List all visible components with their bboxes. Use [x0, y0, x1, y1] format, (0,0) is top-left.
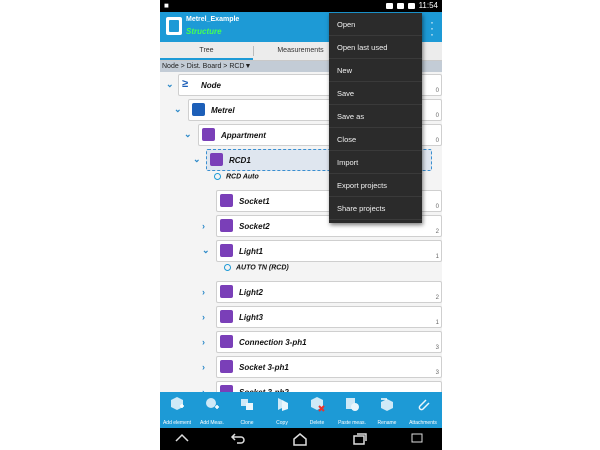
battery-icon: [407, 3, 415, 9]
app-logo-icon: [166, 17, 182, 35]
app-title: Metrel_Example: [186, 16, 240, 23]
back-icon[interactable]: [230, 432, 246, 444]
node-icon: ≥: [182, 78, 195, 91]
menu-item-new[interactable]: New: [329, 59, 422, 82]
attachments-button[interactable]: Attachments: [406, 392, 440, 428]
screenshot-icon[interactable]: [410, 432, 424, 444]
light-icon: [220, 285, 233, 298]
bottom-toolbar: Add element Add Meas. Clone Copy Delete …: [160, 392, 442, 428]
bluetooth-icon: [385, 3, 393, 9]
measurement-dot-icon: [214, 173, 221, 180]
home-icon[interactable]: [292, 432, 308, 446]
tree-node-socket-3ph2[interactable]: Socket 3-ph2: [216, 381, 442, 392]
overflow-menu: Open Open last used New Save Save as Clo…: [329, 13, 422, 223]
tree-node-light1[interactable]: Light1 1: [216, 240, 442, 262]
system-nav-bar: [160, 428, 442, 450]
menu-item-save[interactable]: Save: [329, 82, 422, 105]
chevron-down-icon[interactable]: ⌄: [174, 104, 182, 115]
socket3ph-icon: [220, 385, 233, 392]
menu-item-share-projects[interactable]: Share projects: [329, 197, 422, 220]
menu-item-open-last-used[interactable]: Open last used: [329, 36, 422, 59]
menu-item-close[interactable]: Close: [329, 128, 422, 151]
nav-collapse-icon[interactable]: [174, 432, 190, 444]
menu-item-export-projects[interactable]: Export projects: [329, 174, 422, 197]
menu-item-open[interactable]: Open: [329, 13, 422, 36]
clone-button[interactable]: Clone: [230, 392, 264, 428]
tree-node-light3[interactable]: Light3 1: [216, 306, 442, 328]
tab-tree[interactable]: Tree: [160, 42, 253, 60]
tree-node-socket-3ph1[interactable]: Socket 3-ph1 3: [216, 356, 442, 378]
status-bar: ■ 11:54: [160, 0, 442, 12]
paperclip-icon: [418, 399, 430, 411]
chevron-right-icon[interactable]: ›: [202, 287, 205, 297]
chevron-down-icon[interactable]: ⌄: [193, 154, 201, 165]
rename-icon: [381, 398, 393, 411]
chevron-down-icon[interactable]: ⌄: [166, 79, 174, 90]
paste-measurement-button[interactable]: Paste meas.: [335, 392, 369, 428]
clone-icon: [241, 399, 253, 410]
connection-icon: [220, 335, 233, 348]
delete-button[interactable]: Delete: [300, 392, 334, 428]
chevron-down-icon[interactable]: ⌄: [184, 129, 192, 140]
socket-icon: [220, 219, 233, 232]
rename-button[interactable]: Rename: [370, 392, 404, 428]
menu-item-import[interactable]: Import: [329, 151, 422, 174]
tree-node-connection-3ph1[interactable]: Connection 3-ph1 3: [216, 331, 442, 353]
android-icon: ■: [164, 1, 169, 10]
overflow-menu-icon[interactable]: · · ·: [430, 16, 434, 40]
socket-icon: [220, 194, 233, 207]
light-icon: [220, 244, 233, 257]
copy-icon: [278, 398, 288, 411]
chevron-right-icon[interactable]: ›: [202, 337, 205, 347]
apartment-icon: [202, 128, 215, 141]
chevron-right-icon[interactable]: ›: [202, 312, 205, 322]
copy-button[interactable]: Copy: [265, 392, 299, 428]
add-measurement-button[interactable]: Add Meas.: [195, 392, 229, 428]
chevron-right-icon[interactable]: ›: [202, 362, 205, 372]
measurement-auto-tn[interactable]: AUTO TN (RCD): [224, 264, 289, 271]
chevron-right-icon[interactable]: ›: [202, 221, 205, 231]
menu-item-save-as[interactable]: Save as: [329, 105, 422, 128]
add-measurement-icon: [206, 398, 219, 409]
recent-apps-icon[interactable]: [352, 432, 368, 445]
delete-icon: [311, 397, 325, 412]
light-icon: [220, 310, 233, 323]
rcd-icon: [210, 153, 223, 166]
add-element-icon: [171, 397, 184, 410]
measurement-dot-icon: [224, 264, 231, 271]
app-subtitle: Structure: [186, 27, 222, 36]
measurement-rcd-auto[interactable]: RCD Auto: [214, 173, 259, 180]
wifi-icon: [396, 3, 404, 9]
metrel-icon: [192, 103, 205, 116]
status-time: 11:54: [418, 1, 438, 10]
socket3ph-icon: [220, 360, 233, 373]
chevron-down-icon[interactable]: ⌄: [202, 245, 210, 256]
add-element-button[interactable]: Add element: [160, 392, 194, 428]
paste-measurement-icon: [346, 398, 359, 411]
tree-node-light2[interactable]: Light2 2: [216, 281, 442, 303]
